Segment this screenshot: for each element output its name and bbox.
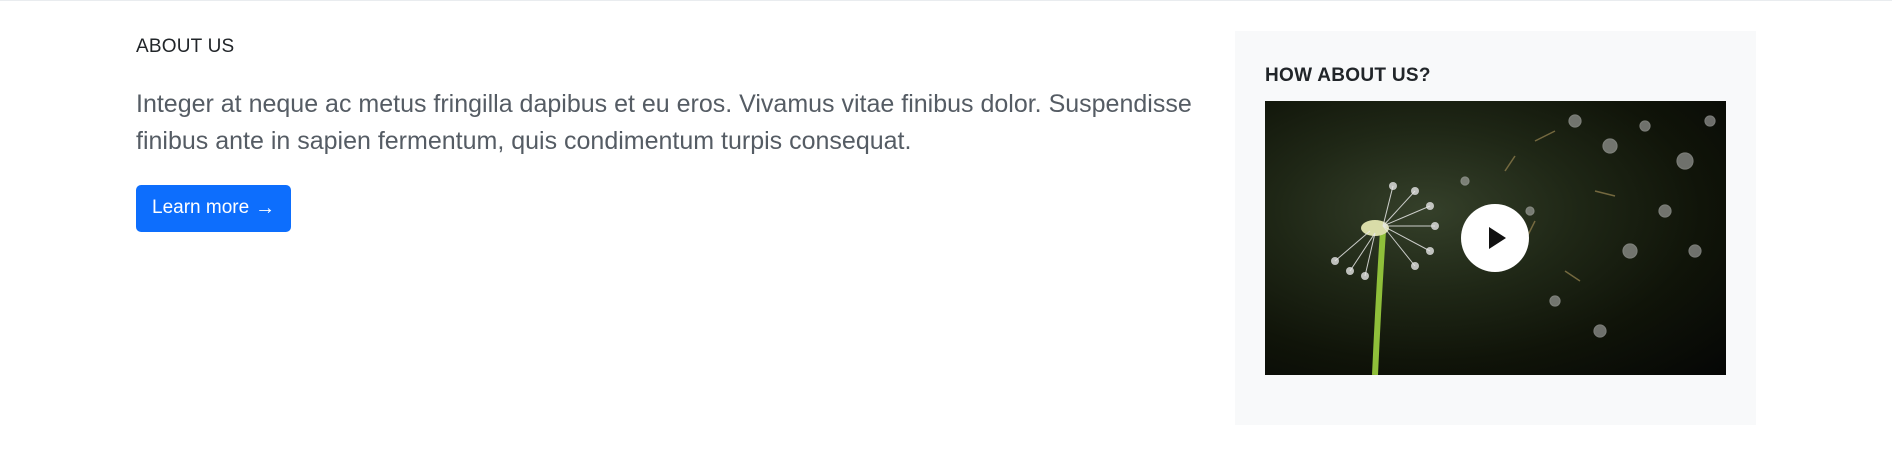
play-button[interactable] [1461,204,1529,272]
learn-more-button[interactable]: Learn more → [136,184,292,232]
video-thumbnail[interactable] [1265,101,1726,375]
section-eyebrow: ABOUT US [136,36,235,57]
learn-more-label: Learn more [152,197,250,219]
top-divider [0,0,1892,1]
arrow-right-icon: → [255,197,276,220]
video-card: HOW ABOUT US? [1235,31,1756,425]
play-icon [1489,227,1506,249]
about-section: ABOUT US Integer at neque ac metus fring… [136,36,1211,232]
video-card-title: HOW ABOUT US? [1265,65,1431,86]
about-lead-text: Integer at neque ac metus fringilla dapi… [136,89,1192,155]
